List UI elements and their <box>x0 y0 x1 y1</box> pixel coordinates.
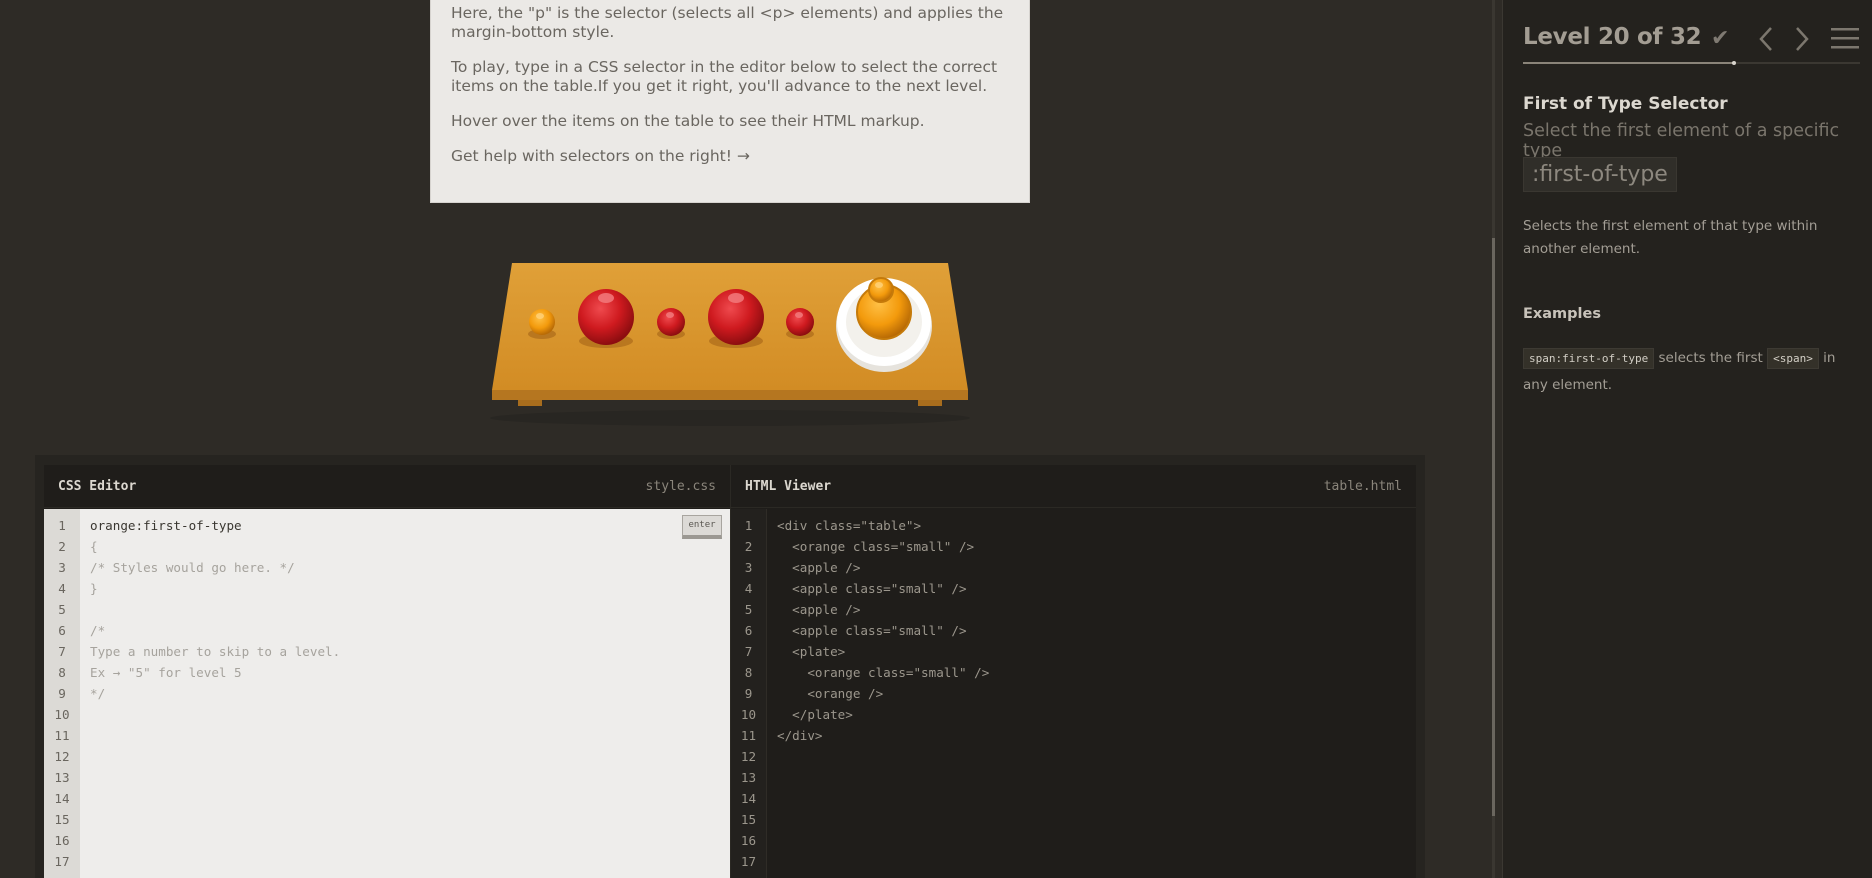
css-selector-input[interactable]: orange:first-of-type <box>90 515 720 536</box>
html-line[interactable]: </div> <box>777 725 1406 746</box>
table-item-plate[interactable] <box>836 277 932 372</box>
selector-name: First of Type Selector <box>1523 94 1728 114</box>
html-line[interactable]: </plate> <box>777 704 1406 725</box>
instructions-text-3: Hover over the items on the table to see… <box>451 112 925 130</box>
html-viewer-filename: table.html <box>1323 478 1402 494</box>
chevron-left-icon[interactable] <box>1755 24 1777 58</box>
level-progress-marker <box>1732 61 1736 65</box>
html-viewer-title: HTML Viewer <box>745 478 832 494</box>
example-code: span:first-of-type <box>1523 348 1655 369</box>
html-line[interactable]: <div class="table"> <box>777 515 1406 536</box>
table-item-apple-small-2[interactable] <box>786 308 814 339</box>
selector-syntax: :first-of-type <box>1523 157 1677 192</box>
table-item-apple-2[interactable] <box>708 289 764 348</box>
check-icon: ✔ <box>1711 26 1730 51</box>
html-line[interactable]: <apple class="small" /> <box>777 578 1406 599</box>
game-table <box>490 263 970 426</box>
html-code-view: <div class="table"> <orange class="small… <box>767 509 1416 878</box>
sidebar: Level 20 of 32 ✔ First of Type Selector … <box>1502 0 1872 878</box>
examples-heading: Examples <box>1523 306 1601 322</box>
css-code-input[interactable]: orange:first-of-type { /* Styles would g… <box>80 509 730 878</box>
html-line[interactable]: <orange class="small" /> <box>777 536 1406 557</box>
plate-orange-small[interactable] <box>868 277 894 303</box>
enter-button[interactable]: enter <box>682 515 722 539</box>
selector-title: Select the first element of a specific t… <box>1523 121 1840 161</box>
html-line[interactable]: <orange /> <box>777 683 1406 704</box>
table-item-apple-small-1[interactable] <box>657 308 685 339</box>
selector-hint: Selects the first element of that type w… <box>1523 218 1818 257</box>
html-line-numbers: 1 2 3 4 5 6 7 8 9 10 11 12 13 14 15 16 1 <box>731 509 767 878</box>
level-progress-bar <box>1523 61 1860 65</box>
example-tag: <span> <box>1767 348 1819 369</box>
css-editor-panel: CSS Editor style.css 1 2 3 4 5 6 7 8 9 1… <box>44 465 730 878</box>
table-item-orange-small[interactable] <box>528 309 556 339</box>
css-editor-filename: style.css <box>645 478 716 494</box>
html-line[interactable]: <orange class="small" /> <box>777 662 1406 683</box>
html-line[interactable]: <plate> <box>777 641 1406 662</box>
table-item-apple-1[interactable] <box>578 289 634 348</box>
instructions-text-1: Here, the "p" is the selector (selects a… <box>451 4 1004 41</box>
html-viewer-panel: HTML Viewer table.html 1 2 3 4 5 6 7 8 9… <box>730 465 1416 878</box>
instructions-text-2: To play, type in a CSS selector in the e… <box>451 58 998 95</box>
instructions-panel: Here, the "p" is the selector (selects a… <box>430 0 1030 203</box>
level-header: Level 20 of 32 ✔ <box>1523 22 1859 62</box>
html-line[interactable]: <apple /> <box>777 557 1406 578</box>
html-line[interactable]: <apple class="small" /> <box>777 620 1406 641</box>
instructions-text-4: Get help with selectors on the right! → <box>451 147 750 165</box>
scrollbar-thumb[interactable] <box>1492 238 1495 816</box>
css-editor-title: CSS Editor <box>58 478 137 494</box>
chevron-right-icon[interactable] <box>1791 24 1813 58</box>
example-text: span:first-of-type selects the first <sp… <box>1523 345 1863 398</box>
level-indicator: Level 20 of 32 <box>1523 24 1702 50</box>
level-progress-fill <box>1523 62 1734 64</box>
editor-area: CSS Editor style.css 1 2 3 4 5 6 7 8 9 1… <box>35 455 1425 878</box>
menu-icon[interactable] <box>1831 26 1859 54</box>
html-line[interactable]: <apple /> <box>777 599 1406 620</box>
css-line-numbers: 1 2 3 4 5 6 7 8 9 10 11 12 13 14 15 16 1 <box>44 509 80 878</box>
example-text-before: selects the first <box>1654 350 1768 366</box>
